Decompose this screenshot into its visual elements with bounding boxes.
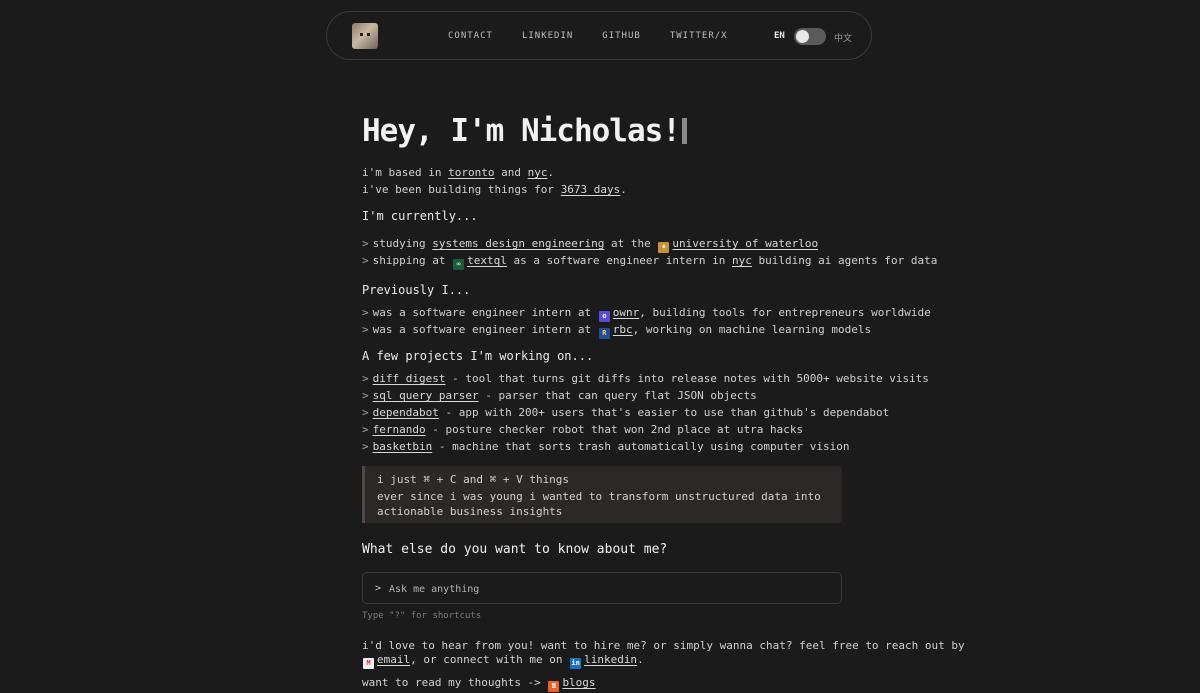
ask-input[interactable] [387, 580, 831, 598]
blockquote: i just ⌘ + C and ⌘ + V things ever since… [362, 466, 842, 523]
intro-location: i'm based in toronto and nyc. [362, 166, 555, 179]
nav-contact-link[interactable]: CONTACT [448, 31, 493, 41]
page-title: Hey, I'm Nicholas! [362, 113, 687, 149]
prompt-symbol: > [375, 583, 382, 594]
projects-heading: A few projects I'm working on... [362, 349, 594, 363]
blog-line: want to read my thoughts -> Bblogs [362, 676, 596, 692]
ask-box: > [362, 572, 842, 604]
project-item: > fernando - posture checker robot that w… [362, 423, 804, 436]
nav-github-link[interactable]: GITHUB [602, 31, 641, 41]
email-link[interactable]: email [377, 653, 410, 666]
rbc-link[interactable]: rbc [613, 323, 633, 336]
blogs-link[interactable]: blogs [562, 676, 595, 689]
gmail-icon: M [363, 658, 374, 669]
linkedin-icon: in [570, 658, 582, 669]
project-item: > dependabot - app with 200+ users that's… [362, 406, 890, 419]
language-toggle[interactable] [794, 28, 826, 45]
nyc-link[interactable]: nyc [528, 166, 548, 179]
rbc-logo-icon: R [598, 328, 610, 339]
ownr-link[interactable]: ownr [613, 306, 640, 319]
toronto-link[interactable]: toronto [448, 166, 494, 179]
intro-days: i've been building things for 3673 days. [362, 183, 627, 196]
contact-links: Memail, or connect with me on in linkedin… [362, 653, 644, 669]
days-link[interactable]: 3673 days [561, 183, 621, 196]
currently-heading: I'm currently... [362, 209, 478, 223]
quote-line-2: ever since i was young i wanted to trans… [377, 490, 821, 518]
previously-heading: Previously I... [362, 283, 471, 297]
ownr-logo-icon: o [598, 311, 610, 322]
list-item: > studying systems design engineering at … [362, 237, 819, 253]
project-link[interactable]: dependabot [373, 406, 439, 419]
project-link[interactable]: diff digest [373, 372, 446, 385]
project-link[interactable]: sql query parser [373, 389, 479, 402]
sde-link[interactable]: systems design engineering [432, 237, 604, 250]
project-item: > sql query parser - parser that can quer… [362, 389, 757, 402]
text-cursor [681, 118, 687, 144]
lang-en-label[interactable]: EN [774, 31, 785, 41]
avatar[interactable] [352, 23, 378, 49]
linkedin-link[interactable]: linkedin [584, 653, 637, 666]
waterloo-link[interactable]: university of waterloo [672, 237, 818, 250]
list-item: > shipping at ∞ textql as a software engin… [362, 254, 938, 270]
project-item: > diff digest - tool that turns git diffs… [362, 372, 929, 385]
textql-logo-icon: ∞ [453, 259, 465, 270]
project-item: > basketbin - machine that sorts trash au… [362, 440, 850, 453]
list-item: > was a software engineer intern at o ownr… [362, 306, 931, 322]
contact-text: i'd love to hear from you! want to hire … [362, 639, 965, 652]
toggle-knob [796, 30, 809, 43]
blog-icon: B [548, 681, 560, 692]
shortcut-hint: Type "?" for shortcuts [362, 611, 482, 621]
ask-heading: What else do you want to know about me? [362, 542, 668, 557]
quote-line-1: i just ⌘ + C and ⌘ + V things [377, 473, 570, 486]
project-link[interactable]: basketbin [373, 440, 433, 453]
list-item: > was a software engineer intern at Rrbc,… [362, 323, 872, 339]
nav-links: CONTACT LINKEDIN GITHUB TWITTER/X [448, 31, 728, 41]
lang-zh-label[interactable]: 中文 [834, 31, 852, 44]
project-link[interactable]: fernando [373, 423, 426, 436]
nav-twitter-link[interactable]: TWITTER/X [670, 31, 728, 41]
textql-link[interactable]: textql [467, 254, 507, 267]
nyc-link-2[interactable]: nyc [732, 254, 752, 267]
nav-linkedin-link[interactable]: LINKEDIN [522, 31, 573, 41]
top-nav: CONTACT LINKEDIN GITHUB TWITTER/X EN 中文 [326, 11, 872, 60]
shield-icon: ♦ [658, 242, 670, 253]
